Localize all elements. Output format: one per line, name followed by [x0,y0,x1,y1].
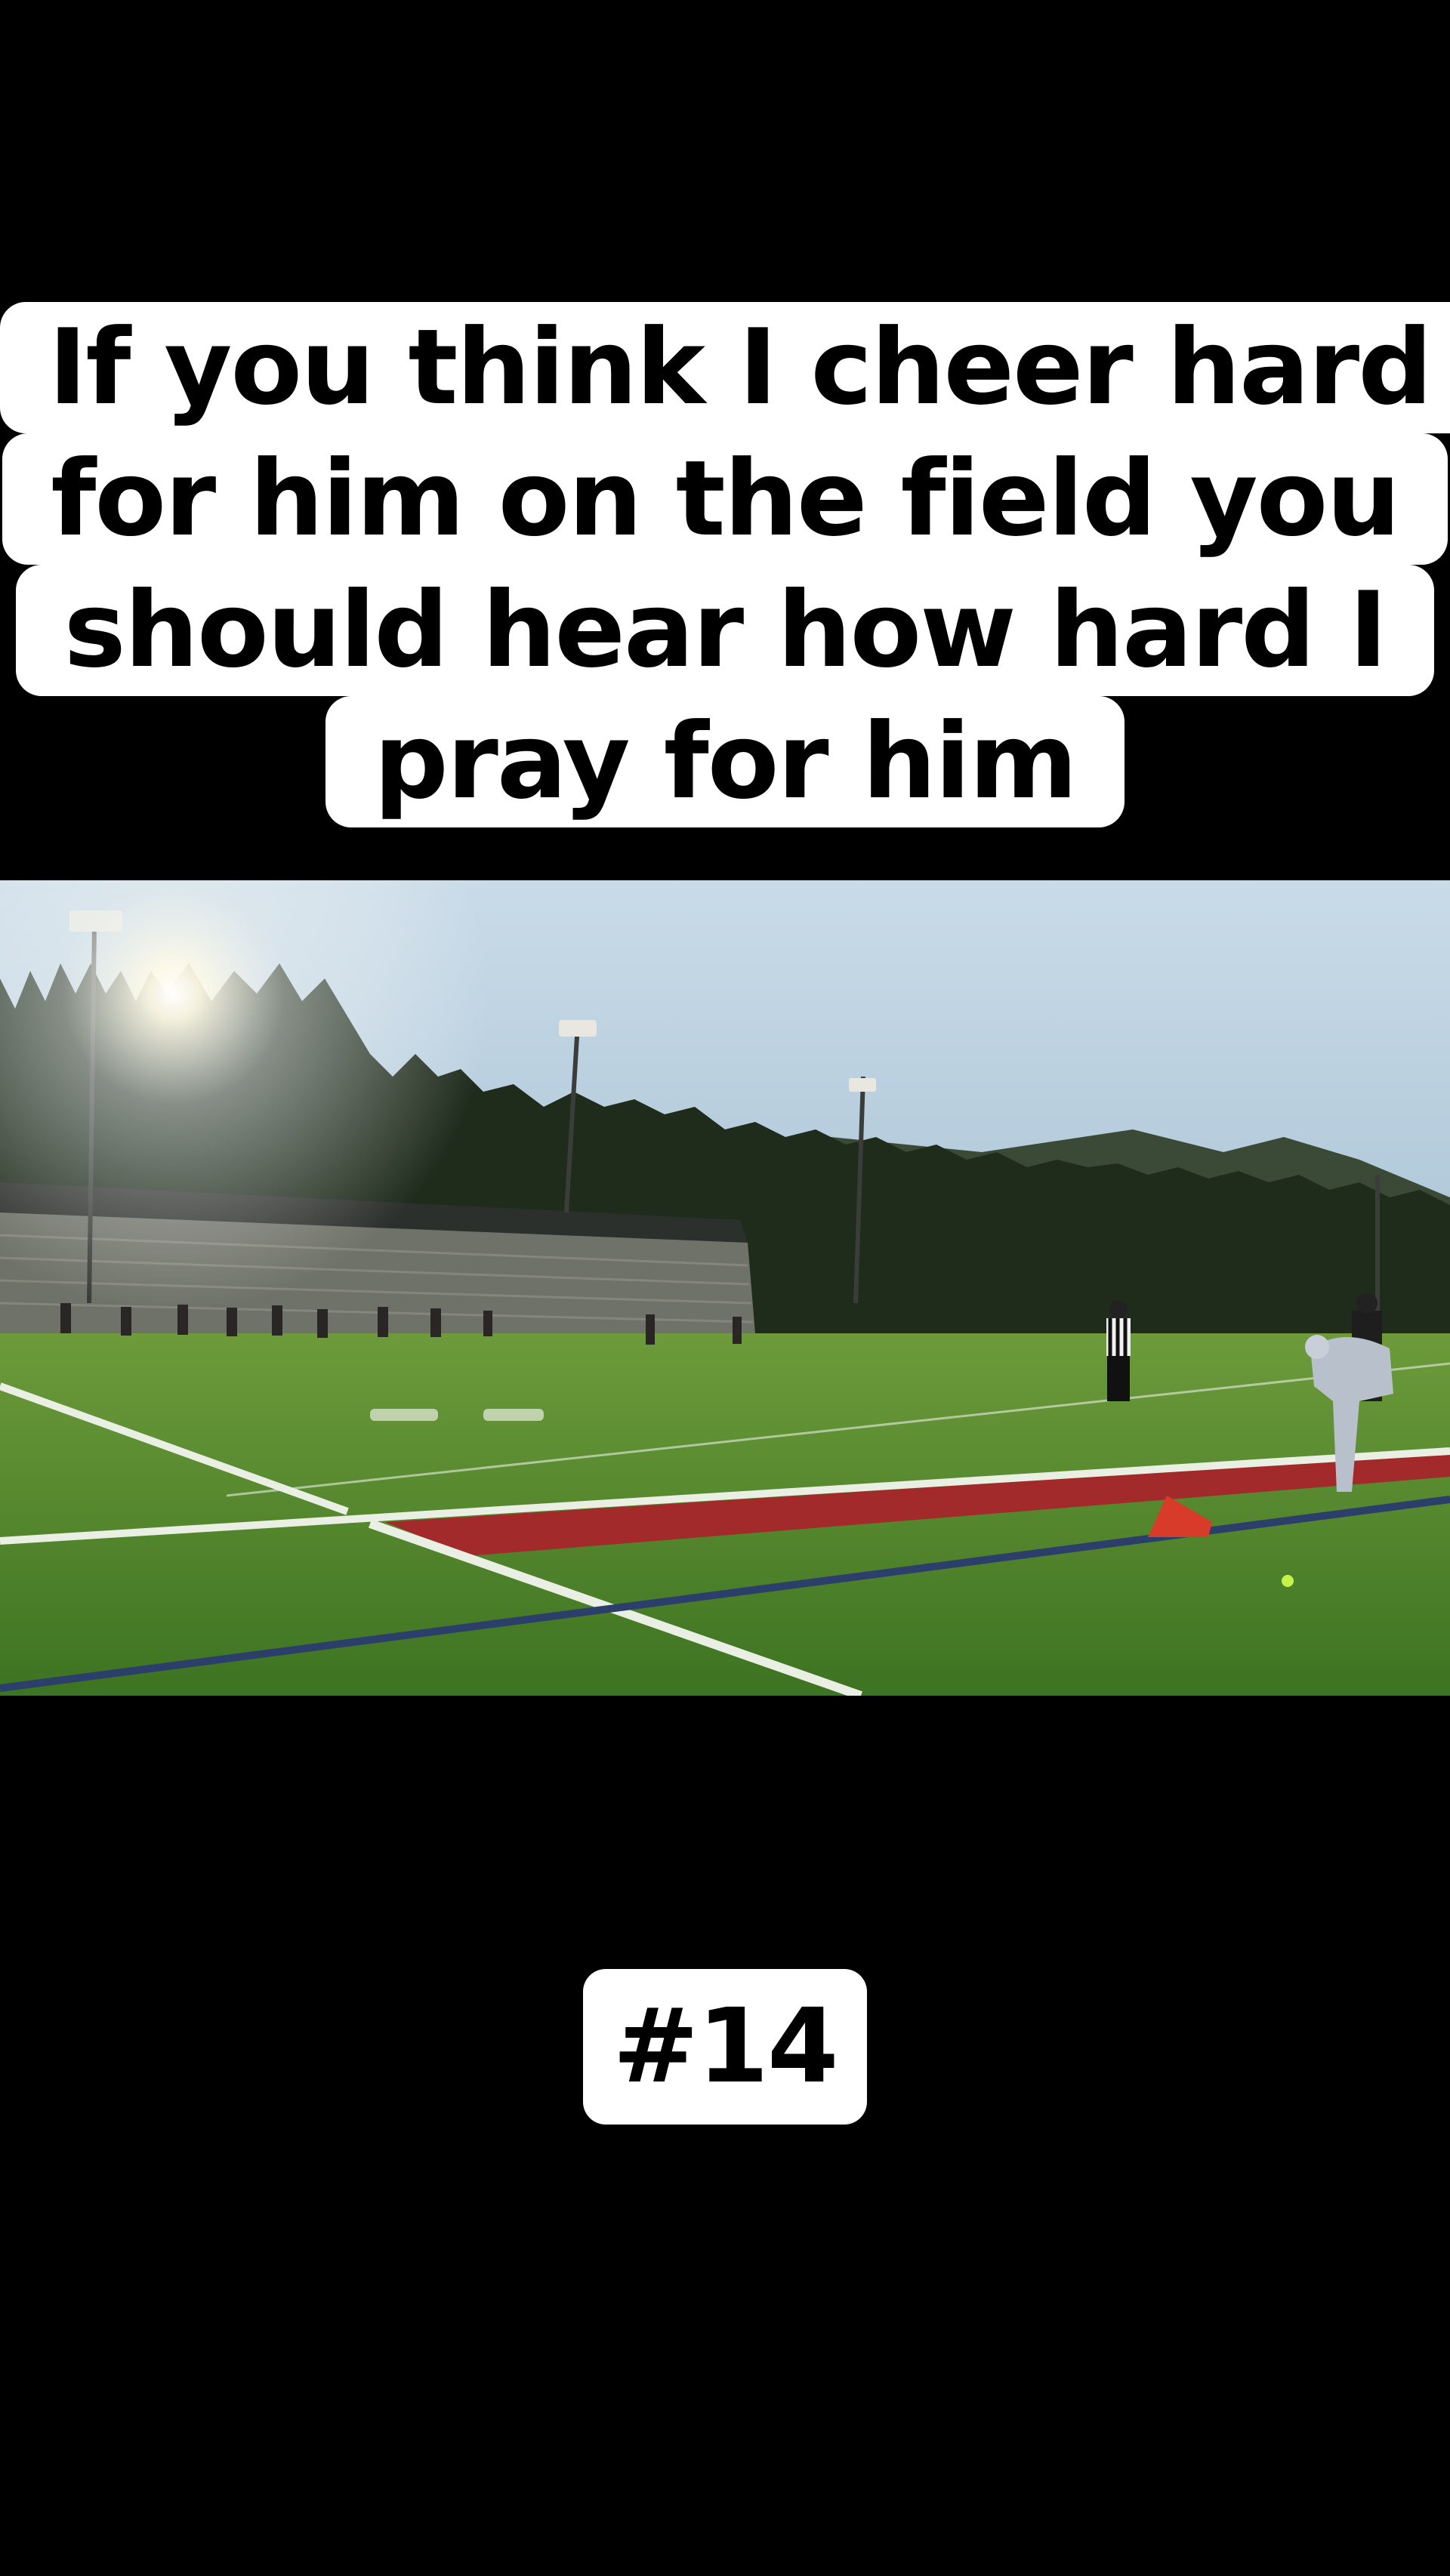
football-field-photo [0,880,1450,1696]
field-scene [0,880,1450,1696]
caption-line-3: should hear how hard I [15,565,1435,696]
caption-line-1: If you think I cheer hard [0,302,1450,433]
caption-line-2: for him on the field you [2,433,1448,565]
sun-glare [0,880,1450,1696]
jersey-number-tag: #14 [583,1969,867,2125]
caption-line-4: pray for him [325,696,1125,827]
caption-block: If you think I cheer hard for him on the… [0,302,1450,827]
